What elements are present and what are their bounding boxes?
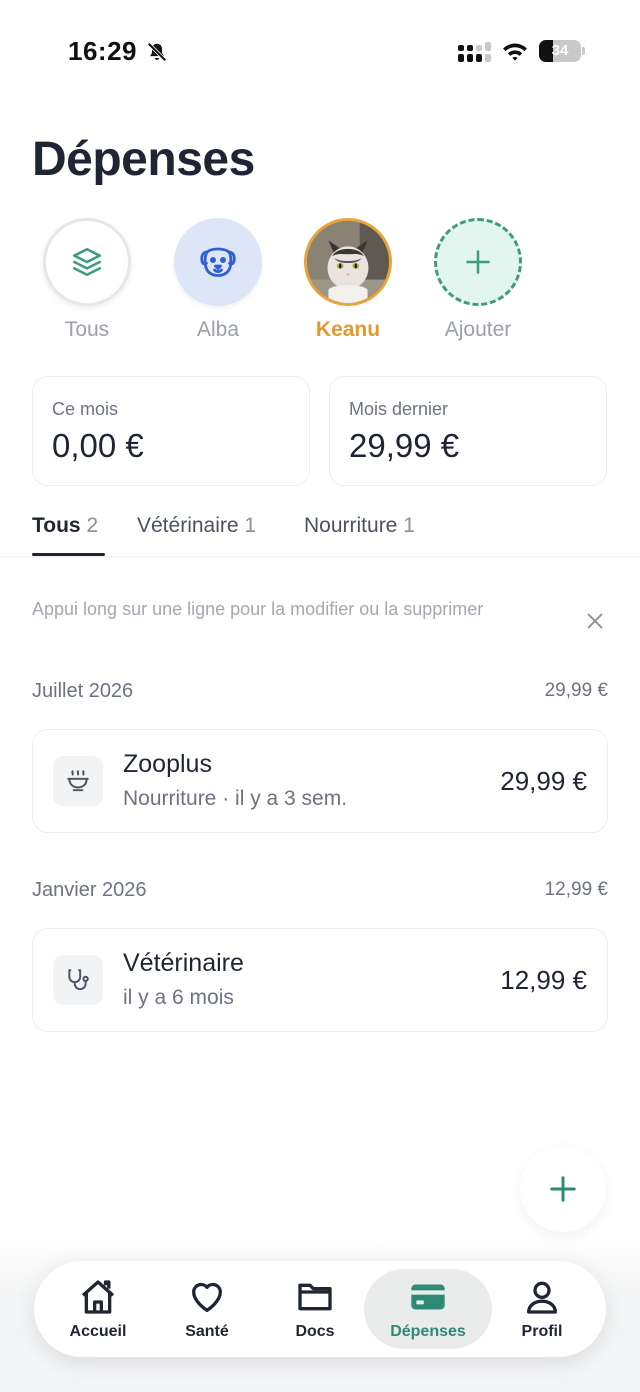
tab-veterinaire[interactable]: Vétérinaire 1 <box>137 514 256 538</box>
nav-depenses[interactable]: Dépenses <box>364 1269 492 1349</box>
bell-muted-icon <box>147 42 167 62</box>
expense-category-icon <box>53 955 103 1005</box>
active-tab-indicator <box>32 553 105 556</box>
tab-count: 1 <box>244 514 257 537</box>
tab-count: 1 <box>403 514 415 537</box>
pet-avatar-keanu <box>304 218 392 306</box>
group-title: Janvier 2026 <box>32 879 147 901</box>
summary-label: Ce mois <box>52 399 119 419</box>
expense-row[interactable]: Vétérinaire il y a 6 mois 12,99 € <box>32 928 608 1032</box>
cat-photo <box>307 221 389 303</box>
dog-face-icon <box>200 247 236 277</box>
tab-label: Vétérinaire <box>137 514 239 537</box>
pet-filter-all[interactable]: Tous <box>33 216 143 346</box>
heart-icon <box>192 1282 222 1312</box>
add-expense-button[interactable] <box>520 1146 606 1232</box>
expense-row[interactable]: Zooplus Nourriture · il y a 3 sem. 29,99… <box>32 729 608 833</box>
expense-category-icon <box>53 756 103 806</box>
pet-label: Tous <box>64 318 110 341</box>
add-pet-circle <box>434 218 522 306</box>
summary-value: 29,99 € <box>349 427 460 464</box>
tab-label: Tous <box>32 514 81 537</box>
pet-avatar-alba <box>174 218 262 306</box>
tab-label: Nourriture <box>304 514 398 537</box>
expense-subtitle: Nourriture · il y a 3 sem. <box>123 787 348 810</box>
close-icon[interactable] <box>584 610 606 632</box>
tab-all[interactable]: Tous 2 <box>32 514 98 538</box>
nav-label: Accueil <box>69 1323 127 1340</box>
expense-name: Vétérinaire <box>123 949 244 977</box>
last-month-card: Mois dernier 29,99 € <box>329 376 607 486</box>
nav-accueil[interactable]: Accueil <box>43 1269 153 1349</box>
tab-nourriture[interactable]: Nourriture 1 <box>304 514 415 538</box>
layers-icon <box>72 247 102 277</box>
card-icon <box>411 1284 445 1310</box>
wifi-icon <box>503 43 527 61</box>
battery-level: 34 <box>551 42 569 59</box>
hint-text: Appui long sur une ligne pour la modifie… <box>32 599 484 619</box>
pet-avatar-all <box>43 218 131 306</box>
add-pet-button[interactable]: Ajouter <box>424 216 534 346</box>
group-title: Juillet 2026 <box>32 680 134 702</box>
category-tabs: Tous 2 Vétérinaire 1 Nourriture 1 <box>0 500 640 557</box>
pet-filter-keanu[interactable]: Keanu <box>294 216 404 346</box>
pet-label: Alba <box>196 318 240 341</box>
nav-label: Dépenses <box>390 1323 466 1340</box>
bottom-navigation: Accueil Santé Docs Dépenses Profil <box>34 1261 606 1357</box>
expense-name: Zooplus <box>123 750 212 778</box>
this-month-card: Ce mois 0,00 € <box>32 376 310 486</box>
expense-subtitle: il y a 6 mois <box>123 986 234 1009</box>
summary-label: Mois dernier <box>349 399 449 419</box>
status-time: 16:29 <box>68 36 137 66</box>
pet-label: Ajouter <box>444 318 512 341</box>
page-title: Dépenses <box>32 133 255 186</box>
stethoscope-icon <box>68 969 89 991</box>
folder-icon <box>298 1283 332 1311</box>
expense-amount: 12,99 € <box>500 965 587 995</box>
summary-value: 0,00 € <box>52 427 144 464</box>
nav-label: Santé <box>185 1323 229 1340</box>
nav-sante[interactable]: Santé <box>152 1269 262 1349</box>
home-icon <box>81 1280 115 1314</box>
tab-count: 2 <box>86 514 99 537</box>
expenses-screen: 16:29 34 Dépenses Tous Alba Keanu Ajoute… <box>0 0 640 1392</box>
plus-icon <box>466 250 490 274</box>
nav-label: Profil <box>521 1323 563 1340</box>
nav-docs[interactable]: Docs <box>260 1269 370 1349</box>
nav-profil[interactable]: Profil <box>487 1269 597 1349</box>
cellular-signal-icon <box>458 42 491 62</box>
group-total: 29,99 € <box>544 680 608 701</box>
plus-icon <box>550 1176 576 1202</box>
pet-filter-alba[interactable]: Alba <box>164 216 274 346</box>
expense-amount: 29,99 € <box>500 766 587 796</box>
nav-label: Docs <box>295 1323 335 1340</box>
pet-label: Keanu <box>315 318 381 341</box>
status-bar: 16:29 34 <box>0 0 640 100</box>
food-bowl-icon <box>67 770 89 792</box>
user-icon <box>527 1281 557 1314</box>
battery-icon: 34 <box>539 40 585 64</box>
group-total: 12,99 € <box>544 879 608 900</box>
